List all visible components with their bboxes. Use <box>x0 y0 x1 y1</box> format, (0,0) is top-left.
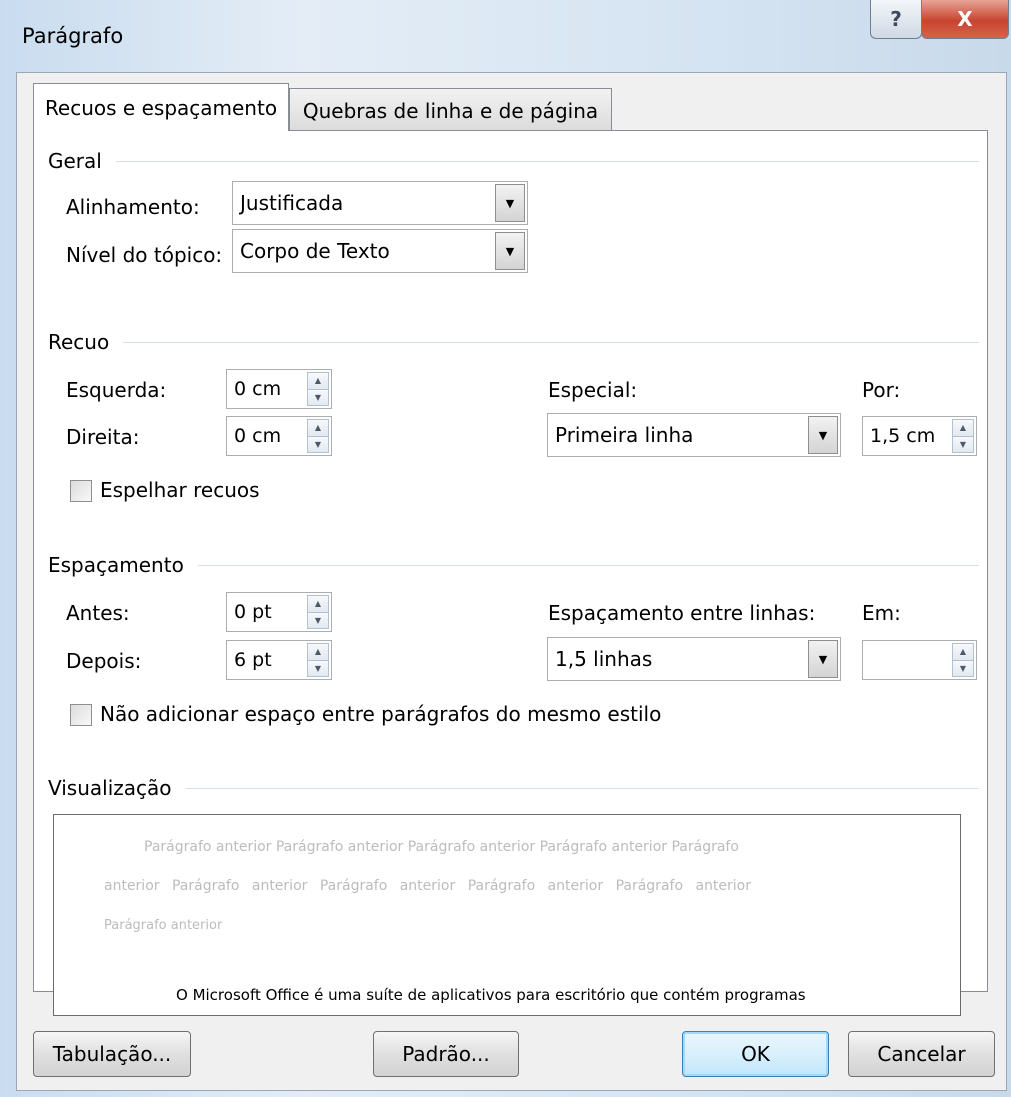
preview-previous-line-1: Parágrafo anterior Parágrafo anterior Pa… <box>144 839 739 855</box>
spin-up-icon[interactable]: ▲ <box>307 419 329 437</box>
spinner-buttons: ▲ ▼ <box>952 643 974 677</box>
spin-up-icon[interactable]: ▲ <box>952 419 974 437</box>
section-divider <box>197 564 979 566</box>
cancelar-button[interactable]: Cancelar <box>848 1031 995 1077</box>
ok-button[interactable]: OK <box>682 1031 829 1077</box>
direita-spinner[interactable]: 0 cm ▲ ▼ <box>226 416 332 456</box>
section-recuo: Recuo <box>48 330 979 354</box>
section-espacamento: Espaçamento <box>48 553 979 577</box>
title-bar: Parágrafo ? X <box>0 0 1011 72</box>
spin-up-icon[interactable]: ▲ <box>952 643 974 661</box>
nao-adicionar-espaco-label[interactable]: Não adicionar espaço entre parágrafos do… <box>100 702 661 726</box>
spinner-buttons: ▲ ▼ <box>307 419 329 453</box>
direita-label: Direita: <box>66 425 140 449</box>
spin-down-icon[interactable]: ▼ <box>952 660 974 677</box>
chevron-down-icon[interactable]: ▼ <box>808 416 838 454</box>
spin-down-icon[interactable]: ▼ <box>952 436 974 453</box>
spinner-buttons: ▲ ▼ <box>307 643 329 677</box>
spinner-buttons: ▲ ▼ <box>307 372 329 406</box>
especial-value: Primeira linha <box>555 423 694 447</box>
espacamento-entre-linhas-select[interactable]: 1,5 linhas ▼ <box>547 637 841 681</box>
tab-recuos-espacamento[interactable]: Recuos e espaçamento <box>33 83 289 131</box>
nivel-topico-label: Nível do tópico: <box>66 243 223 267</box>
nivel-topico-select[interactable]: Corpo de Texto ▼ <box>232 229 528 273</box>
padrao-button[interactable]: Padrão... <box>373 1031 519 1077</box>
section-geral: Geral <box>48 149 979 173</box>
spin-up-icon[interactable]: ▲ <box>307 372 329 390</box>
section-divider <box>123 341 979 343</box>
dialog-client-area: Recuos e espaçamento Quebras de linha e … <box>16 72 1007 1091</box>
antes-label: Antes: <box>66 601 130 625</box>
nivel-topico-value: Corpo de Texto <box>240 239 390 263</box>
tab-quebras-linha-pagina[interactable]: Quebras de linha e de página <box>289 88 612 133</box>
por-spinner[interactable]: 1,5 cm ▲ ▼ <box>862 416 977 456</box>
section-divider <box>115 160 979 162</box>
section-divider <box>185 787 979 789</box>
espacamento-entre-linhas-value: 1,5 linhas <box>555 647 653 671</box>
spinner-buttons: ▲ ▼ <box>952 419 974 453</box>
em-label: Em: <box>862 601 901 625</box>
spinner-buttons: ▲ ▼ <box>307 595 329 629</box>
help-button[interactable]: ? <box>870 0 922 39</box>
paragraph-preview: Parágrafo anterior Parágrafo anterior Pa… <box>53 814 961 1016</box>
close-button[interactable]: X <box>921 0 1009 39</box>
chevron-down-icon[interactable]: ▼ <box>808 640 838 678</box>
preview-previous-line-2: anterior Parágrafo anterior Parágrafo an… <box>104 878 751 894</box>
alinhamento-value: Justificada <box>240 191 344 215</box>
antes-value: 0 pt <box>234 601 272 623</box>
nao-adicionar-espaco-checkbox[interactable] <box>70 704 92 726</box>
esquerda-label: Esquerda: <box>66 378 167 402</box>
tabulacao-button[interactable]: Tabulação... <box>33 1031 191 1077</box>
alinhamento-select[interactable]: Justificada ▼ <box>232 181 528 225</box>
especial-label: Especial: <box>548 378 638 402</box>
preview-previous-line-3: Parágrafo anterior <box>104 918 223 933</box>
espelhar-recuos-label[interactable]: Espelhar recuos <box>100 478 260 502</box>
esquerda-value: 0 cm <box>234 378 282 400</box>
dialog-title: Parágrafo <box>22 24 124 48</box>
depois-value: 6 pt <box>234 649 272 671</box>
section-espacamento-label: Espaçamento <box>48 553 184 577</box>
depois-spinner[interactable]: 6 pt ▲ ▼ <box>226 640 332 680</box>
spin-down-icon[interactable]: ▼ <box>307 389 329 406</box>
section-geral-label: Geral <box>48 149 102 173</box>
section-visualizacao-label: Visualização <box>48 776 172 800</box>
espacamento-entre-linhas-label: Espaçamento entre linhas: <box>548 601 816 625</box>
spin-down-icon[interactable]: ▼ <box>307 436 329 453</box>
esquerda-spinner[interactable]: 0 cm ▲ ▼ <box>226 369 332 409</box>
alinhamento-label: Alinhamento: <box>66 195 200 219</box>
paragraph-dialog: Parágrafo ? X Recuos e espaçamento Quebr… <box>0 0 1011 1097</box>
especial-select[interactable]: Primeira linha ▼ <box>547 413 841 457</box>
por-value: 1,5 cm <box>870 425 936 447</box>
chevron-down-icon[interactable]: ▼ <box>495 232 525 270</box>
em-spinner[interactable]: ▲ ▼ <box>862 640 977 680</box>
section-recuo-label: Recuo <box>48 330 110 354</box>
section-visualizacao: Visualização <box>48 776 979 800</box>
direita-value: 0 cm <box>234 425 282 447</box>
spin-down-icon[interactable]: ▼ <box>307 660 329 677</box>
chevron-down-icon[interactable]: ▼ <box>495 184 525 222</box>
espelhar-recuos-checkbox[interactable] <box>70 480 92 502</box>
por-label: Por: <box>862 378 901 402</box>
depois-label: Depois: <box>66 649 142 673</box>
spin-down-icon[interactable]: ▼ <box>307 612 329 629</box>
spin-up-icon[interactable]: ▲ <box>307 595 329 613</box>
antes-spinner[interactable]: 0 pt ▲ ▼ <box>226 592 332 632</box>
preview-sample-text: O Microsoft Office é uma suíte de aplica… <box>176 986 806 1004</box>
spin-up-icon[interactable]: ▲ <box>307 643 329 661</box>
